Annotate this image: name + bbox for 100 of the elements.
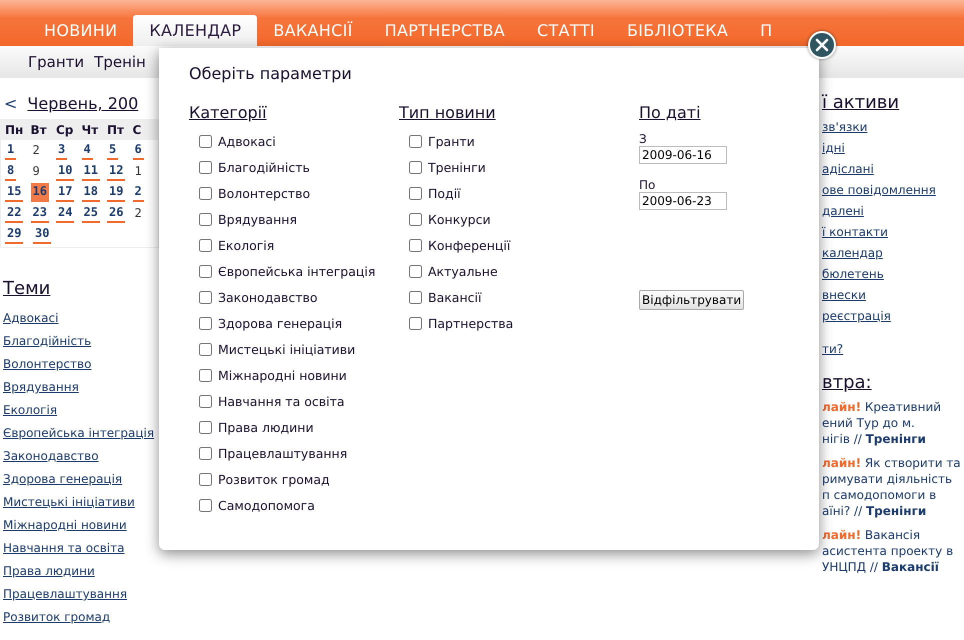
topic-link[interactable]: Міжнародні новини [3, 514, 127, 537]
subnav-link[interactable]: Гранти [28, 53, 84, 71]
checkbox[interactable] [199, 316, 212, 330]
checkbox[interactable] [409, 134, 422, 148]
sidebar-link[interactable]: ідні [822, 138, 845, 159]
topic-link[interactable]: Здорова генерація [3, 468, 122, 491]
calendar-day-link[interactable]: 3 [56, 141, 68, 160]
weekday-label: Ср [56, 123, 74, 137]
calendar-day-link[interactable]: 26 [107, 204, 126, 223]
checkbox[interactable] [199, 446, 212, 460]
checkbox[interactable] [409, 264, 422, 278]
news-item: лайн! Вакансія асистента проекту в УНЦПД // Вакансії [822, 527, 954, 575]
topic-link[interactable]: Розвиток громад [3, 606, 110, 629]
topic-link[interactable]: Права людини [3, 560, 95, 583]
month-title[interactable]: Червень, 200 [27, 94, 138, 113]
checkbox[interactable] [409, 316, 422, 330]
checkbox[interactable] [199, 238, 212, 252]
checkbox[interactable] [199, 420, 212, 434]
checkbox-label: Волонтерство [218, 186, 310, 200]
sidebar-link[interactable]: далені [822, 201, 864, 222]
checkbox[interactable] [409, 290, 422, 304]
calendar-day-link[interactable]: 16 [30, 183, 49, 202]
topic-link[interactable]: Адвокасі [3, 307, 58, 330]
column-heading: По даті [639, 103, 701, 122]
previous-month-link[interactable]: < [4, 94, 18, 113]
sidebar-link[interactable]: календар [822, 243, 883, 264]
checkbox-label: Міжнародні новини [218, 368, 347, 382]
checkbox[interactable] [199, 212, 212, 226]
calendar-day: 1 [132, 162, 144, 181]
date-field[interactable]: 2009-06-16 [639, 146, 727, 164]
checkbox[interactable] [409, 212, 422, 226]
calendar-day-link[interactable]: 24 [56, 204, 74, 223]
topic-link[interactable]: Законодавство [3, 445, 99, 468]
checkbox-label: Законодавство [218, 290, 318, 304]
sidebar-link[interactable]: зв'язки [822, 117, 868, 138]
topic-link[interactable]: Навчання та освіта [3, 537, 124, 560]
calendar-day-link[interactable]: 30 [33, 225, 52, 244]
dialog-title: Оберіть параметри [189, 64, 353, 83]
checkbox-label: Благодійність [218, 160, 310, 174]
topic-link[interactable]: Екологія [3, 399, 58, 422]
sidebar-link[interactable]: ове повідомлення [822, 180, 936, 201]
calendar-day-link[interactable]: 25 [82, 204, 100, 223]
calendar-day-link[interactable]: 19 [107, 183, 126, 202]
section-heading: ї активи [822, 92, 900, 113]
sidebar-link[interactable]: ї контакти [822, 222, 888, 243]
checkbox-label: Права людини [218, 420, 314, 434]
calendar-day-link[interactable]: 29 [5, 225, 24, 244]
news-item: лайн! Як створити та римувати діяльність п самодопомоги в аїні? // Тренінги [822, 455, 961, 519]
date-field[interactable]: 2009-06-23 [639, 192, 727, 210]
calendar-day-link[interactable]: 11 [82, 162, 100, 181]
calendar-day-link[interactable]: 10 [56, 162, 74, 181]
sidebar-link[interactable]: бюлетень [822, 264, 884, 285]
checkbox[interactable] [199, 472, 212, 486]
checkbox[interactable] [409, 238, 422, 252]
calendar-day-link[interactable]: 12 [107, 162, 126, 181]
calendar-day-link[interactable]: 5 [107, 141, 118, 160]
checkbox[interactable] [199, 134, 212, 148]
checkbox[interactable] [409, 160, 422, 174]
topic-link[interactable]: Європейська інтеграція [3, 422, 154, 445]
nav-tab[interactable]: КАЛЕНДАР [133, 15, 258, 46]
checkbox-label: Навчання та освіта [218, 394, 345, 408]
checkbox-label: Адвокасі [218, 134, 276, 148]
checkbox-label: Конкурси [428, 212, 491, 226]
checkbox[interactable] [199, 186, 212, 200]
calendar-day-link[interactable]: 6 [132, 141, 144, 160]
checkbox[interactable] [199, 498, 212, 512]
column-heading: Тип новини [399, 103, 496, 122]
topic-link[interactable]: Врядування [3, 376, 79, 399]
calendar-day-link[interactable]: 23 [30, 204, 49, 223]
topic-link[interactable]: Благодійність [3, 330, 92, 353]
topic-link[interactable]: Працевлаштування [3, 583, 128, 606]
calendar-day-link[interactable]: 8 [5, 162, 16, 181]
checkbox-label: Вакансії [428, 290, 482, 304]
weekday-label: Вт [30, 123, 48, 137]
checkbox[interactable] [409, 186, 422, 200]
calendar-day-link[interactable]: 22 [5, 204, 24, 223]
subnav-link[interactable]: Тренін [94, 53, 146, 71]
close-icon [815, 38, 829, 52]
calendar-day-link[interactable]: 2 [132, 183, 144, 202]
checkbox[interactable] [199, 264, 212, 278]
sidebar-link[interactable]: адіслані [822, 159, 874, 180]
sidebar-link[interactable]: реєстрація [822, 306, 891, 327]
checkbox[interactable] [199, 342, 212, 356]
topic-link[interactable]: Мистецькі ініціативи [3, 491, 135, 514]
checkbox-label: Розвиток громад [218, 472, 330, 486]
calendar-day-link[interactable]: 17 [56, 183, 74, 202]
topic-link[interactable]: Волонтерство [3, 353, 92, 376]
checkbox-label: Конференції [428, 238, 510, 252]
calendar-day-link[interactable]: 18 [82, 183, 100, 202]
checkbox[interactable] [199, 368, 212, 382]
calendar-day-link[interactable]: 15 [5, 183, 24, 202]
filter-button[interactable]: Відфільтрувати [639, 290, 744, 310]
checkbox[interactable] [199, 290, 212, 304]
sidebar-link[interactable]: внески [822, 285, 866, 306]
checkbox[interactable] [199, 160, 212, 174]
calendar-day-link[interactable]: 1 [5, 141, 16, 160]
checkbox[interactable] [199, 394, 212, 408]
section-heading: втра: [822, 372, 872, 393]
sidebar-link[interactable]: ти? [822, 339, 844, 360]
calendar-day-link[interactable]: 4 [82, 141, 93, 160]
